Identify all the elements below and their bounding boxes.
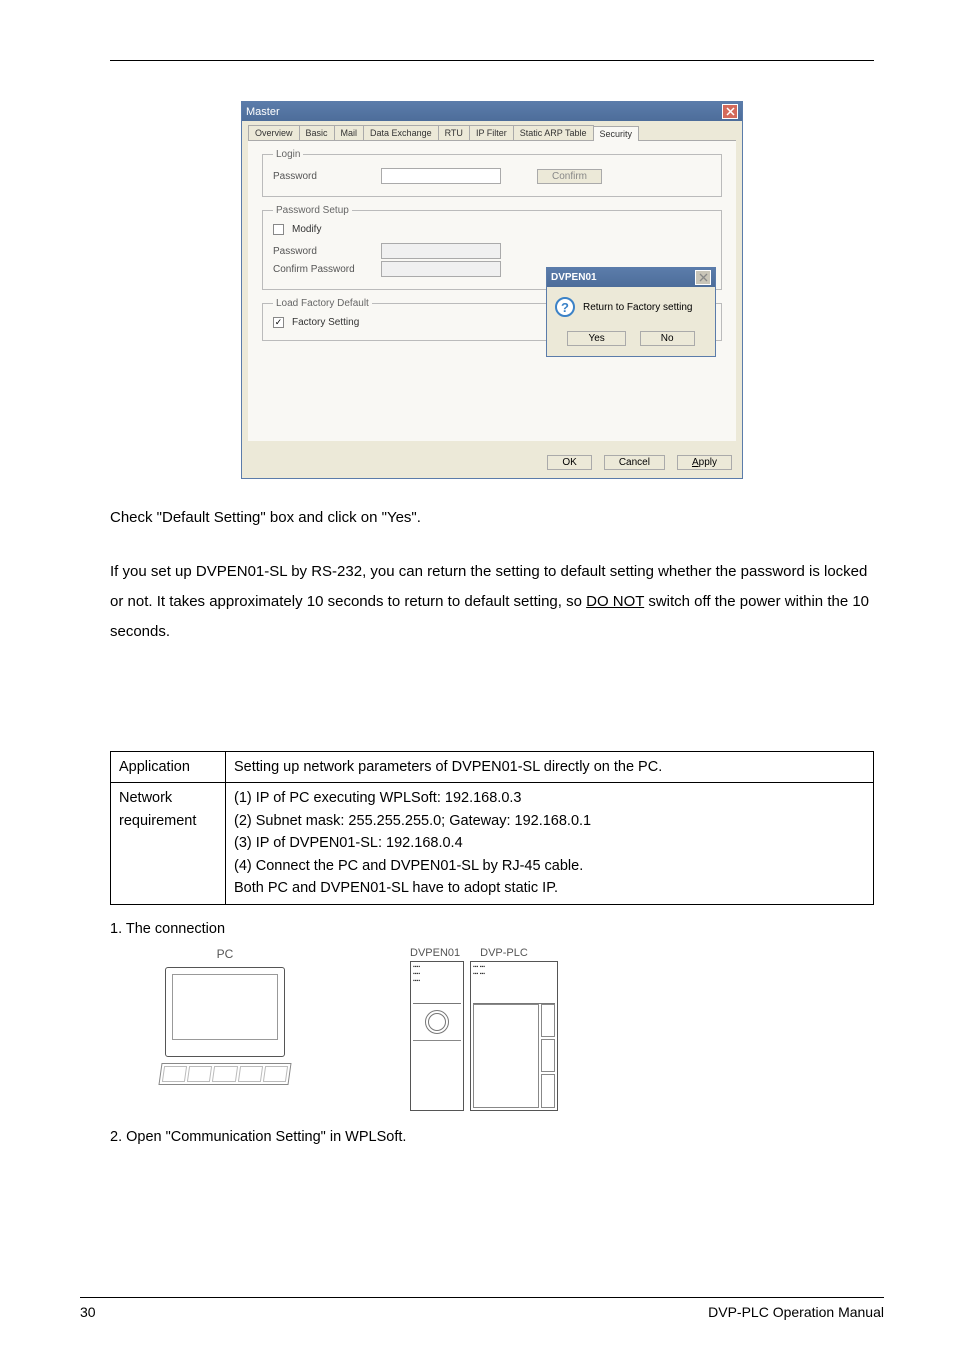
page-top-rule bbox=[110, 60, 874, 61]
net-item-1: (1) IP of PC executing WPLSoft: 192.168.… bbox=[234, 787, 865, 809]
cancel-button[interactable]: Cancel bbox=[604, 455, 665, 470]
apply-button[interactable]: Apply bbox=[677, 455, 732, 470]
page-number: 30 bbox=[80, 1304, 96, 1320]
caption-check: Check "Default Setting" box and click on… bbox=[110, 503, 874, 533]
modify-checkbox[interactable] bbox=[273, 224, 284, 235]
table-app-value: Setting up network parameters of DVPEN01… bbox=[226, 752, 874, 783]
pc-icon bbox=[165, 967, 285, 1057]
dialog-title: Master bbox=[246, 106, 280, 118]
tab-static-arp[interactable]: Static ARP Table bbox=[513, 125, 594, 140]
tab-rtu[interactable]: RTU bbox=[438, 125, 470, 140]
confirm-popup: DVPEN01 ? Return to Factory setting Yes … bbox=[546, 267, 716, 357]
page-footer: 30 DVP-PLC Operation Manual bbox=[80, 1297, 884, 1320]
question-icon: ? bbox=[555, 297, 575, 317]
table-net-header: Network requirement bbox=[111, 783, 226, 904]
net-item-3: (3) IP of DVPEN01-SL: 192.168.0.4 bbox=[234, 832, 865, 854]
login-group: Login Password Confirm bbox=[262, 149, 722, 197]
popup-yes-button[interactable]: Yes bbox=[567, 331, 625, 346]
net-item-5: Both PC and DVPEN01-SL have to adopt sta… bbox=[234, 877, 865, 899]
factory-setting-checkbox[interactable]: ✓ bbox=[273, 317, 284, 328]
confirm-password-label: Confirm Password bbox=[273, 264, 373, 275]
popup-close-icon[interactable] bbox=[695, 270, 711, 285]
dvp-plc-label: DVP-PLC bbox=[480, 947, 528, 959]
dvpen01-label: DVPEN01 bbox=[410, 947, 460, 959]
step-2: 2. Open "Communication Setting" in WPLSo… bbox=[110, 1129, 874, 1145]
popup-title: DVPEN01 bbox=[551, 272, 597, 283]
tab-mail[interactable]: Mail bbox=[334, 125, 365, 140]
popup-message: Return to Factory setting bbox=[583, 302, 693, 313]
pc-label: PC bbox=[217, 947, 234, 961]
table-app-header: Application bbox=[111, 752, 226, 783]
login-legend: Login bbox=[273, 149, 303, 160]
connection-figure: PC DVPEN01 DVP-PLC ▪▪▪▪▪▪▪▪▪▪▪▪ bbox=[160, 947, 874, 1111]
plc-icon: ▪▪▪▪▪▪▪▪▪▪▪▪ ▪▪▪ ▪▪▪▪▪▪ ▪▪▪ bbox=[410, 961, 558, 1111]
login-confirm-button[interactable]: Confirm bbox=[537, 169, 602, 184]
tab-basic[interactable]: Basic bbox=[299, 125, 335, 140]
confirm-password-input[interactable] bbox=[381, 261, 501, 277]
tab-data-exchange[interactable]: Data Exchange bbox=[363, 125, 439, 140]
login-password-input[interactable] bbox=[381, 168, 501, 184]
login-password-label: Password bbox=[273, 171, 373, 182]
info-table: Application Setting up network parameter… bbox=[110, 751, 874, 905]
keyboard-icon bbox=[158, 1063, 291, 1085]
tab-strip: Overview Basic Mail Data Exchange RTU IP… bbox=[248, 125, 736, 141]
para-donot: DO NOT bbox=[586, 593, 644, 610]
ok-button[interactable]: OK bbox=[547, 455, 591, 470]
setup-password-label: Password bbox=[273, 246, 373, 257]
setup-password-input[interactable] bbox=[381, 243, 501, 259]
footer-title: DVP-PLC Operation Manual bbox=[708, 1304, 884, 1320]
table-net-value: (1) IP of PC executing WPLSoft: 192.168.… bbox=[226, 783, 874, 904]
factory-setting-label: Factory Setting bbox=[292, 317, 359, 328]
tab-overview[interactable]: Overview bbox=[248, 125, 300, 140]
step-1: 1. The connection bbox=[110, 921, 874, 937]
tab-ip-filter[interactable]: IP Filter bbox=[469, 125, 514, 140]
tab-security[interactable]: Security bbox=[593, 126, 640, 141]
popup-no-button[interactable]: No bbox=[640, 331, 695, 346]
dialog-titlebar[interactable]: Master bbox=[242, 102, 742, 121]
net-item-4: (4) Connect the PC and DVPEN01-SL by RJ-… bbox=[234, 855, 865, 877]
net-item-2: (2) Subnet mask: 255.255.255.0; Gateway:… bbox=[234, 810, 865, 832]
paragraph-note: If you set up DVPEN01-SL by RS-232, you … bbox=[110, 557, 874, 647]
close-icon[interactable] bbox=[722, 104, 738, 119]
factory-legend: Load Factory Default bbox=[273, 298, 372, 309]
password-setup-legend: Password Setup bbox=[273, 205, 352, 216]
modify-label: Modify bbox=[292, 224, 321, 235]
